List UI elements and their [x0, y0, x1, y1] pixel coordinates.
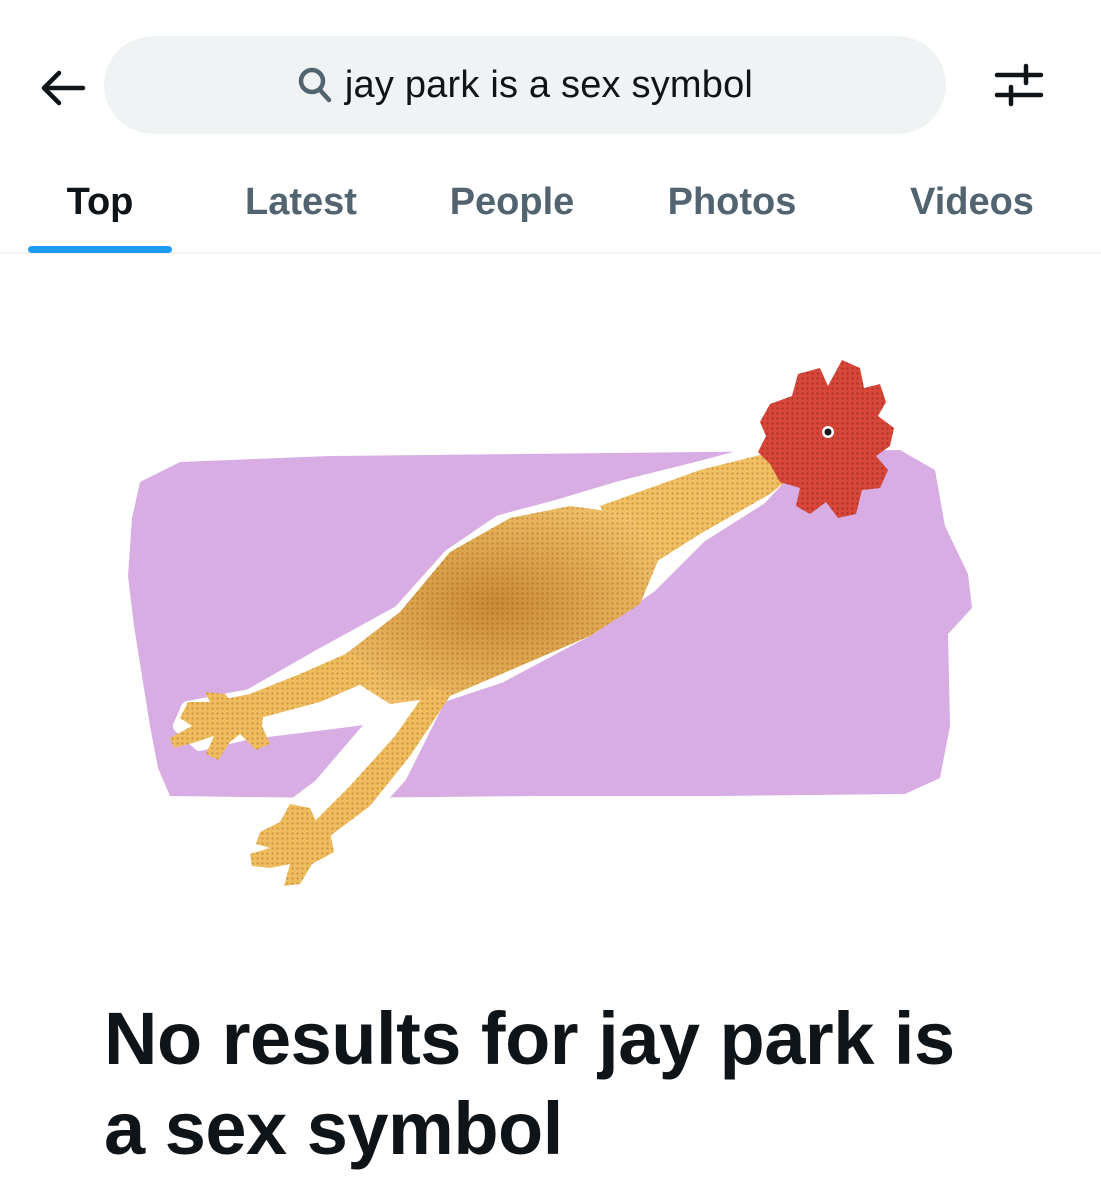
active-tab-indicator — [28, 246, 172, 253]
search-icon — [298, 67, 332, 103]
search-field[interactable]: jay park is a sex symbol — [104, 36, 946, 134]
back-button[interactable] — [30, 58, 94, 118]
tab-top[interactable]: Top — [28, 150, 172, 254]
arrow-left-icon — [41, 70, 86, 106]
no-results-heading: No results for jay park is a sex symbol — [104, 997, 955, 1170]
search-filter-button[interactable] — [986, 56, 1052, 116]
tab-people[interactable]: People — [432, 150, 592, 254]
rubber-chicken-illustration — [128, 360, 972, 886]
tab-latest[interactable]: Latest — [228, 150, 374, 254]
sliders-icon — [994, 63, 1044, 107]
top-bar: jay park is a sex symbol — [0, 0, 1101, 150]
search-query-text[interactable]: jay park is a sex symbol — [345, 64, 753, 107]
search-tabs: Top Latest People Photos Videos — [0, 150, 1101, 254]
tab-videos[interactable]: Videos — [892, 150, 1052, 254]
tab-photos[interactable]: Photos — [650, 150, 814, 254]
